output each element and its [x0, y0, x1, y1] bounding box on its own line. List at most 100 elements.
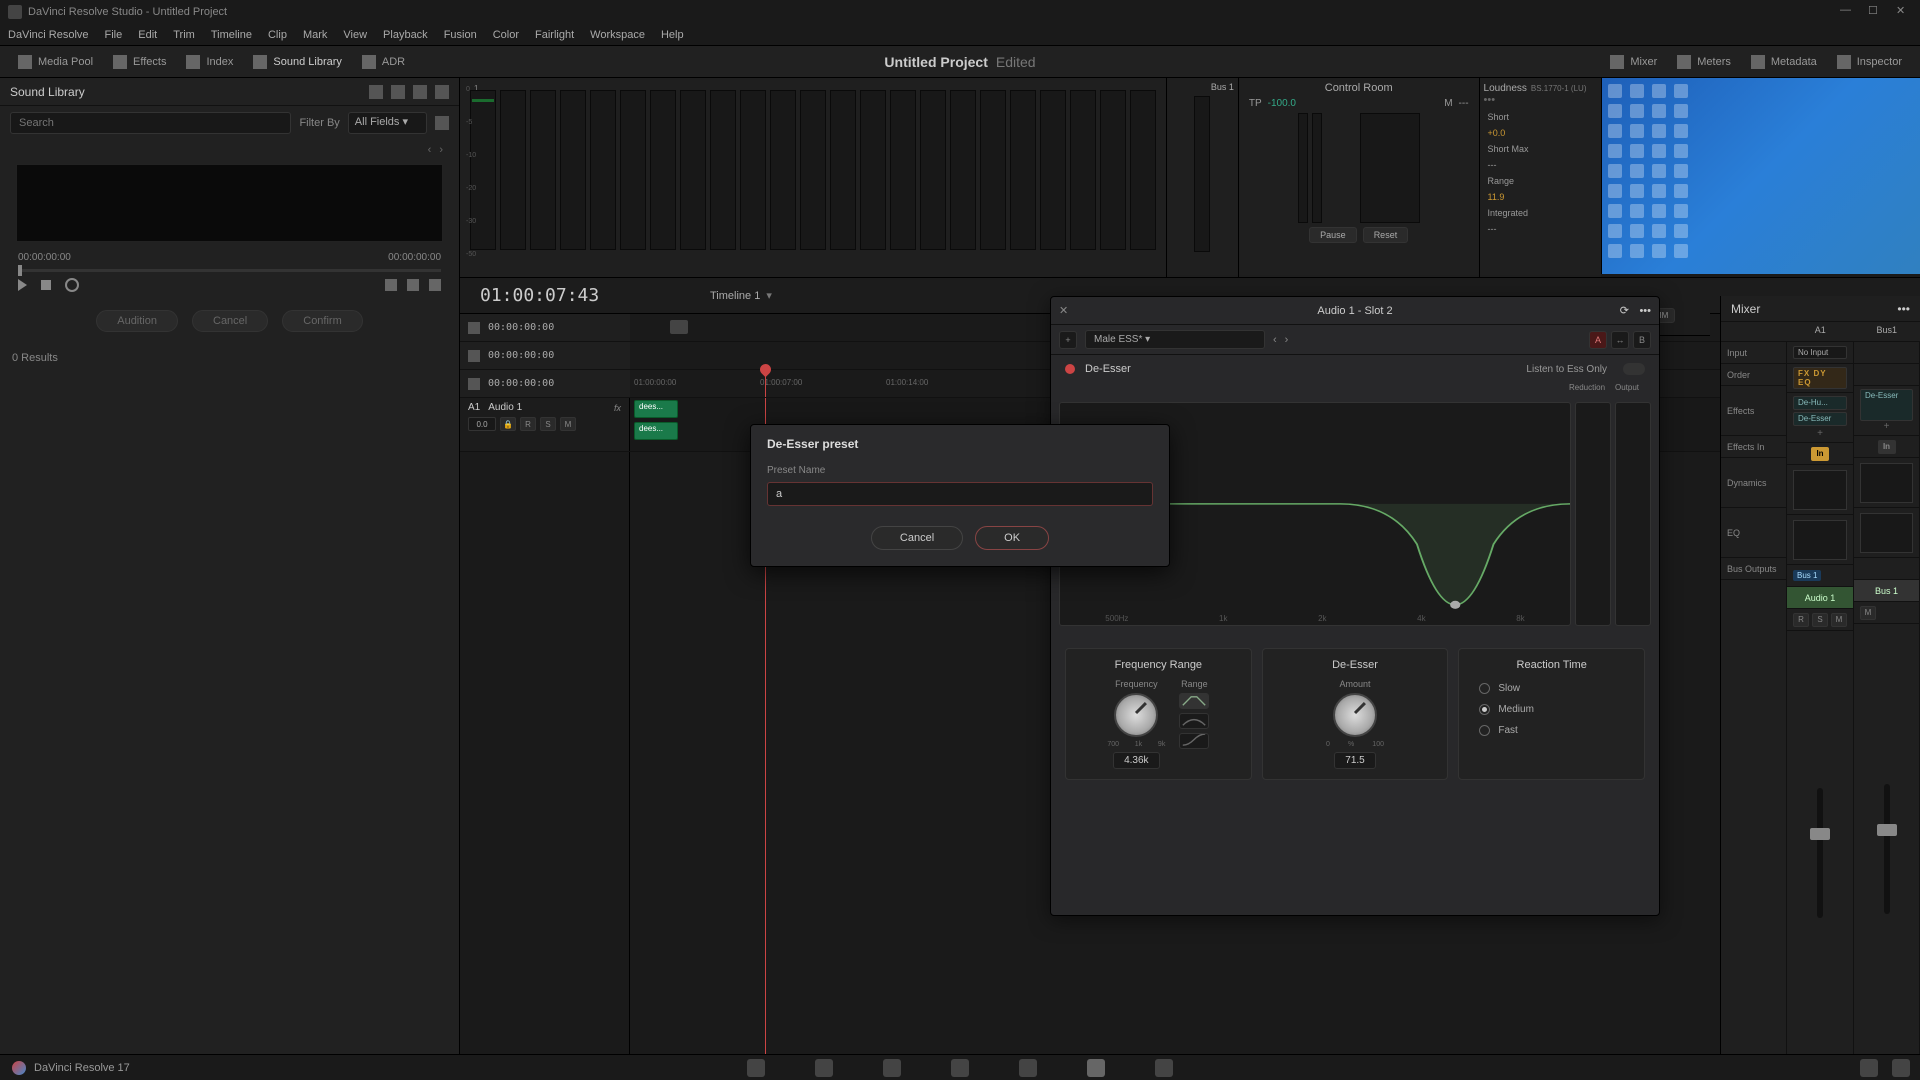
eq-graph-bus[interactable]: [1860, 513, 1913, 553]
preset-next-icon[interactable]: ›: [1285, 334, 1289, 346]
menu-trim[interactable]: Trim: [173, 29, 195, 41]
effect-slot-1[interactable]: De-Hu...: [1793, 396, 1847, 410]
sort-icon[interactable]: [369, 85, 383, 99]
strip-solo[interactable]: S: [1812, 613, 1828, 627]
dynamics-graph-bus[interactable]: [1860, 463, 1913, 503]
tab-sound-library[interactable]: Sound Library: [243, 55, 352, 69]
amount-value[interactable]: 71.5: [1334, 752, 1375, 769]
page-media[interactable]: [747, 1059, 765, 1077]
reaction-medium[interactable]: Medium: [1479, 704, 1534, 715]
menu-clip[interactable]: Clip: [268, 29, 287, 41]
more-icon[interactable]: [435, 85, 449, 99]
close-icon[interactable]: ✕: [1896, 4, 1908, 16]
dialog-cancel-button[interactable]: Cancel: [871, 526, 963, 550]
filter-options-icon[interactable]: [435, 116, 449, 130]
fx-in-bus[interactable]: In: [1878, 440, 1896, 454]
audition-button[interactable]: Audition: [96, 310, 178, 332]
page-color[interactable]: [1019, 1059, 1037, 1077]
next-clip-icon[interactable]: [407, 279, 419, 291]
eq-graph-strip[interactable]: [1793, 520, 1847, 560]
menu-file[interactable]: File: [105, 29, 123, 41]
mute-button[interactable]: M: [560, 417, 576, 431]
close-plugin-icon[interactable]: ✕: [1059, 304, 1068, 317]
add-preset-icon[interactable]: +: [1059, 331, 1077, 349]
dynamics-graph[interactable]: [1793, 470, 1847, 510]
play-button[interactable]: [18, 279, 27, 291]
scrubber-handle[interactable]: [18, 265, 22, 276]
last-clip-icon[interactable]: [429, 279, 441, 291]
tab-inspector[interactable]: Inspector: [1827, 55, 1912, 69]
preset-prev-icon[interactable]: ‹: [1273, 334, 1277, 346]
refresh-icon[interactable]: ⟳: [1620, 304, 1629, 317]
fader-a1[interactable]: [1817, 788, 1823, 918]
page-deliver[interactable]: [1155, 1059, 1173, 1077]
track-volume[interactable]: 0.0: [468, 417, 496, 431]
list-view-icon[interactable]: [413, 85, 427, 99]
page-fusion[interactable]: [951, 1059, 969, 1077]
menu-view[interactable]: View: [343, 29, 367, 41]
a-button[interactable]: A: [1589, 331, 1607, 349]
frequency-value[interactable]: 4.36k: [1113, 752, 1159, 769]
menu-resolve[interactable]: DaVinci Resolve: [8, 29, 89, 41]
tab-metadata[interactable]: Metadata: [1741, 55, 1827, 69]
range-shelf-button[interactable]: [1179, 733, 1209, 749]
lock-button[interactable]: 🔒: [500, 417, 516, 431]
home-icon[interactable]: [1860, 1059, 1878, 1077]
reaction-fast[interactable]: Fast: [1479, 725, 1517, 736]
ab-swap-icon[interactable]: ↔: [1611, 331, 1629, 349]
confirm-button[interactable]: Confirm: [282, 310, 363, 332]
range-narrow-button[interactable]: [1179, 693, 1209, 709]
page-cut[interactable]: [815, 1059, 833, 1077]
order-value[interactable]: FX DY EQ: [1793, 367, 1847, 389]
cancel-button[interactable]: Cancel: [192, 310, 268, 332]
timeline-name[interactable]: Timeline 1▾: [710, 289, 772, 302]
menu-workspace[interactable]: Workspace: [590, 29, 645, 41]
menu-fusion[interactable]: Fusion: [444, 29, 477, 41]
page-edit[interactable]: [883, 1059, 901, 1077]
strip-name-bus[interactable]: Bus 1: [1854, 580, 1919, 602]
tab-meters[interactable]: Meters: [1667, 55, 1741, 69]
loop-range-icon[interactable]: [468, 378, 480, 390]
preset-name-input[interactable]: [767, 482, 1153, 506]
mixer-more-icon[interactable]: •••: [1897, 302, 1910, 316]
plugin-more-icon[interactable]: •••: [1639, 305, 1651, 317]
filter-select[interactable]: All Fields ▾: [348, 112, 427, 134]
menu-help[interactable]: Help: [661, 29, 684, 41]
search-input[interactable]: [10, 112, 291, 134]
prev-icon[interactable]: ‹: [428, 144, 432, 156]
stop-button[interactable]: [41, 280, 51, 290]
fader-bus[interactable]: [1884, 784, 1890, 914]
menu-edit[interactable]: Edit: [138, 29, 157, 41]
menu-playback[interactable]: Playback: [383, 29, 428, 41]
pause-button[interactable]: Pause: [1309, 227, 1357, 243]
b-button[interactable]: B: [1633, 331, 1651, 349]
menu-color[interactable]: Color: [493, 29, 519, 41]
reaction-slow[interactable]: Slow: [1479, 683, 1520, 694]
input-select[interactable]: No Input: [1793, 346, 1847, 359]
loop-button[interactable]: [65, 278, 79, 292]
view-mode-icon[interactable]: [670, 320, 688, 334]
listen-toggle[interactable]: [1623, 363, 1645, 375]
tab-index[interactable]: Index: [176, 55, 243, 69]
solo-button[interactable]: S: [540, 417, 556, 431]
audio-clip[interactable]: dees...: [634, 400, 678, 418]
next-icon[interactable]: ›: [439, 144, 443, 156]
playhead[interactable]: [765, 370, 766, 397]
strip-arm[interactable]: R: [1793, 613, 1809, 627]
strip-name-a1[interactable]: Audio 1: [1787, 587, 1853, 609]
goto-start-icon[interactable]: [468, 322, 480, 334]
amount-knob[interactable]: [1333, 693, 1377, 737]
maximize-icon[interactable]: ☐: [1868, 4, 1880, 16]
minimize-icon[interactable]: —: [1840, 4, 1852, 16]
fx-in-a1[interactable]: In: [1811, 447, 1829, 461]
tab-effects[interactable]: Effects: [103, 55, 176, 69]
bus-effect-slot[interactable]: De-Esser: [1860, 389, 1913, 421]
fx-indicator[interactable]: fx: [614, 403, 621, 413]
arm-button[interactable]: R: [520, 417, 536, 431]
settings-icon[interactable]: [1892, 1059, 1910, 1077]
menu-timeline[interactable]: Timeline: [211, 29, 252, 41]
page-fairlight[interactable]: [1087, 1059, 1105, 1077]
menu-mark[interactable]: Mark: [303, 29, 327, 41]
prev-clip-icon[interactable]: [385, 279, 397, 291]
strip-mute[interactable]: M: [1831, 613, 1847, 627]
